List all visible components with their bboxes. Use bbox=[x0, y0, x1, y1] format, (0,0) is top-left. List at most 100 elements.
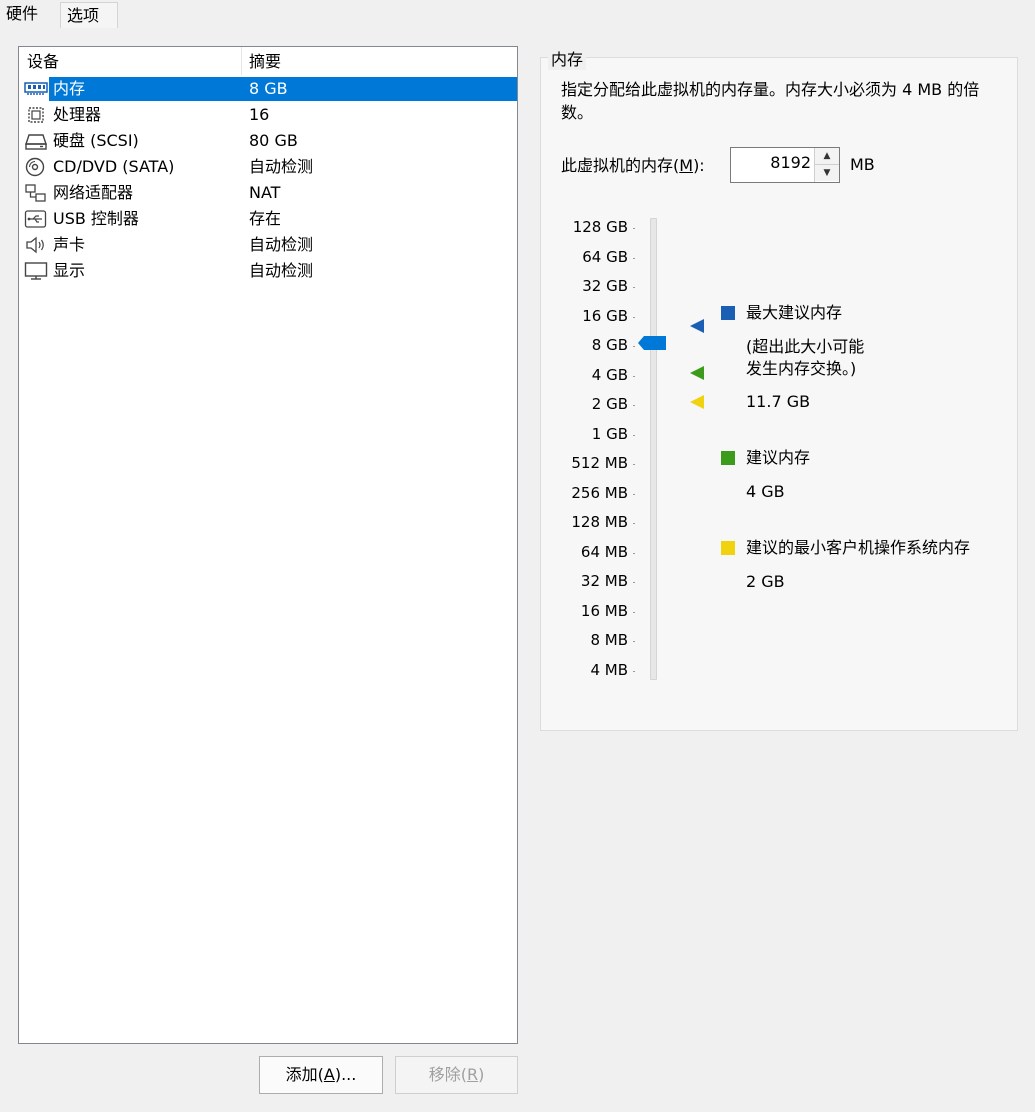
memory-scale-tick-mark bbox=[633, 228, 635, 229]
device-name: CD/DVD (SATA) bbox=[53, 157, 175, 176]
memory-scale-tick-mark bbox=[633, 670, 635, 672]
memory-scale-tick-label: 256 MB bbox=[571, 483, 628, 502]
device-name: USB 控制器 bbox=[53, 209, 139, 228]
memory-scale-tick-mark bbox=[633, 316, 635, 318]
memory-scale-tick-mark bbox=[633, 611, 635, 613]
memory-scale-tick-mark bbox=[633, 552, 635, 554]
device-name: 网络适配器 bbox=[53, 183, 134, 202]
memory-scale-tick-label: 16 MB bbox=[580, 601, 628, 620]
device-row-display[interactable]: 显示 自动检测 bbox=[22, 258, 516, 284]
memory-scale-tick-label: 128 GB bbox=[572, 218, 628, 236]
device-row-network-adapter[interactable]: 网络适配器 NAT bbox=[22, 180, 516, 206]
memory-size-spinbox[interactable]: 8192 ▲ ▼ bbox=[730, 147, 840, 183]
min-guest-value: 2 GB bbox=[746, 572, 785, 591]
tab-bar: 硬件 选项 bbox=[0, 0, 1035, 28]
column-header-device[interactable]: 设备 bbox=[27, 47, 59, 75]
memory-scale-tick-mark bbox=[633, 464, 635, 465]
max-recommended-note-line1: (超出此大小可能 bbox=[746, 337, 865, 356]
device-summary: NAT bbox=[249, 183, 281, 202]
memory-scale-tick-label: 32 MB bbox=[580, 572, 628, 590]
memory-scale-tick-mark bbox=[633, 582, 635, 583]
add-device-button[interactable]: 添加(A)... bbox=[259, 1056, 383, 1094]
monitor-icon bbox=[24, 262, 48, 280]
usb-icon bbox=[24, 210, 47, 228]
spin-down-button[interactable]: ▼ bbox=[815, 165, 839, 181]
device-summary: 自动检测 bbox=[249, 157, 314, 176]
memory-scale-tick-label: 4 MB bbox=[590, 660, 628, 679]
device-row-memory[interactable]: 内存 8 GB bbox=[22, 76, 517, 102]
device-name: 内存 bbox=[53, 79, 86, 98]
device-summary: 16 bbox=[249, 105, 270, 124]
memory-scale-tick-label: 64 MB bbox=[580, 542, 628, 561]
spin-buttons: ▲ ▼ bbox=[814, 148, 839, 182]
device-row-processor[interactable]: 处理器 16 bbox=[22, 102, 516, 128]
memory-scale-tick-label: 128 MB bbox=[571, 513, 628, 531]
memory-scale-tick-mark bbox=[633, 257, 635, 259]
cpu-icon bbox=[28, 107, 44, 123]
memory-label-accesskey: M bbox=[679, 156, 694, 175]
device-summary: 80 GB bbox=[249, 131, 298, 150]
memory-label-text: 此虚拟机的内存( bbox=[561, 156, 680, 175]
memory-size-input[interactable]: 8192 bbox=[770, 148, 811, 182]
device-summary: 自动检测 bbox=[249, 235, 314, 254]
device-name: 处理器 bbox=[53, 105, 102, 124]
device-row-sound-card[interactable]: 声卡 自动检测 bbox=[22, 232, 516, 258]
memory-description: 指定分配给此虚拟机的内存量。内存大小必须为 4 MB 的倍数。 bbox=[561, 80, 980, 122]
max-recommended-note-line2: 发生内存交换。) bbox=[746, 359, 857, 378]
add-button-accesskey: A bbox=[323, 1065, 335, 1084]
memory-scale-tick-mark bbox=[633, 434, 635, 436]
add-button-label: 添加( bbox=[285, 1065, 324, 1084]
memory-scale-tick-label: 512 MB bbox=[571, 454, 628, 472]
device-summary: 存在 bbox=[249, 209, 282, 228]
device-name: 显示 bbox=[53, 261, 86, 280]
memory-scale-tick-label: 8 MB bbox=[590, 631, 628, 649]
memory-slider-track[interactable] bbox=[650, 218, 657, 680]
min-guest-title: 建议的最小客户机操作系统内存 bbox=[746, 538, 971, 557]
memory-scale-tick-label: 64 GB bbox=[582, 247, 628, 266]
network-adapter-icon bbox=[25, 184, 46, 202]
memory-scale-tick-mark bbox=[633, 287, 635, 288]
memory-group-title: 内存 bbox=[548, 46, 587, 70]
memory-scale-tick-mark bbox=[633, 405, 635, 406]
recommended-swatch bbox=[721, 451, 735, 465]
speaker-icon bbox=[26, 236, 44, 254]
device-row-cd-dvd[interactable]: CD/DVD (SATA) 自动检测 bbox=[22, 154, 516, 180]
memory-scale-tick-mark bbox=[633, 493, 635, 495]
memory-scale-tick-mark bbox=[633, 523, 635, 524]
memory-scale-tick-label: 4 GB bbox=[591, 365, 628, 384]
recommended-value: 4 GB bbox=[746, 482, 785, 501]
memory-scale-tick-label: 32 GB bbox=[582, 277, 628, 295]
max-recommended-value: 11.7 GB bbox=[746, 392, 811, 411]
memory-scale-tick-label: 2 GB bbox=[591, 395, 628, 413]
tab-options[interactable]: 选项 bbox=[60, 2, 118, 28]
hard-disk-icon bbox=[25, 134, 47, 150]
min-guest-marker bbox=[690, 395, 704, 409]
remove-device-button[interactable]: 移除(R) bbox=[395, 1056, 518, 1094]
cd-dvd-icon bbox=[25, 157, 45, 177]
column-header-summary[interactable]: 摘要 bbox=[249, 47, 281, 75]
max-recommended-swatch bbox=[721, 306, 735, 320]
memory-scale-tick-label: 8 GB bbox=[591, 336, 628, 354]
memory-scale-tick-mark bbox=[633, 641, 635, 642]
remove-button-label: 移除( bbox=[428, 1065, 467, 1084]
device-list[interactable]: 设备 摘要 内存 8 GB 处理器 16 硬盘 (SCSI) 80 GB CD/… bbox=[18, 46, 518, 1044]
memory-label-suffix: ): bbox=[693, 156, 705, 175]
device-name: 硬盘 (SCSI) bbox=[53, 131, 139, 150]
recommended-marker bbox=[690, 366, 704, 380]
device-row-hard-disk[interactable]: 硬盘 (SCSI) 80 GB bbox=[22, 128, 516, 154]
memory-slider-thumb[interactable] bbox=[638, 336, 666, 350]
recommended-title: 建议内存 bbox=[746, 448, 811, 467]
memory-unit-label: MB bbox=[850, 155, 875, 174]
device-summary: 8 GB bbox=[249, 79, 288, 98]
column-divider[interactable] bbox=[241, 47, 242, 75]
max-recommended-marker bbox=[690, 319, 704, 333]
device-row-usb-controller[interactable]: USB 控制器 存在 bbox=[22, 206, 516, 232]
remove-button-suffix: ) bbox=[478, 1065, 485, 1084]
add-button-suffix: )... bbox=[334, 1065, 357, 1084]
spin-up-button[interactable]: ▲ bbox=[815, 148, 839, 165]
memory-icon bbox=[24, 82, 48, 95]
tab-hardware[interactable]: 硬件 bbox=[0, 0, 45, 27]
device-summary: 自动检测 bbox=[249, 261, 314, 280]
memory-scale-tick-label: 16 GB bbox=[582, 306, 628, 325]
max-recommended-title: 最大建议内存 bbox=[746, 303, 843, 322]
